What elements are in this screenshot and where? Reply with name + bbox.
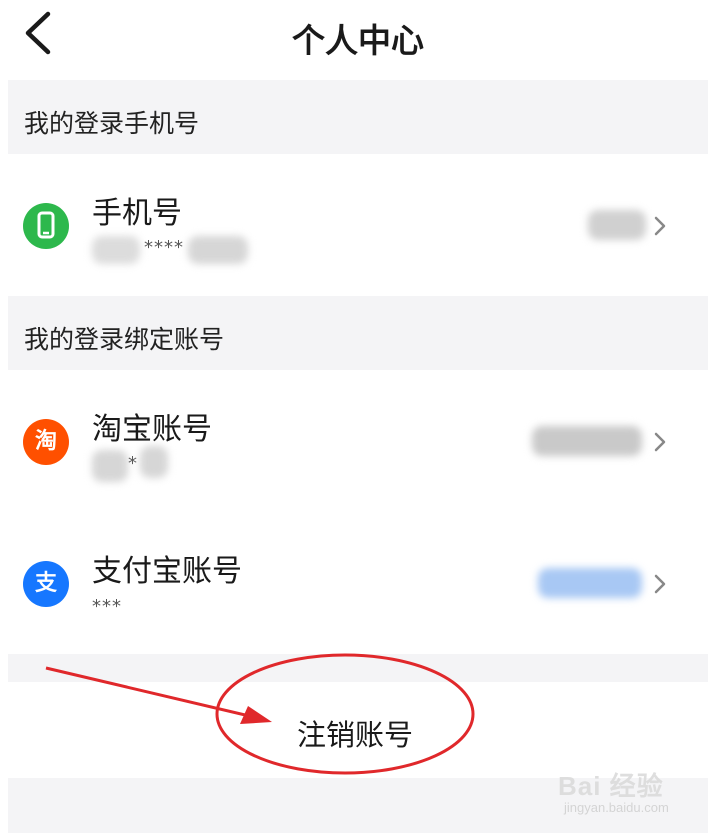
masked-redaction: [140, 446, 168, 478]
section-header-bound: 我的登录绑定账号: [8, 296, 708, 370]
chevron-right-icon: [654, 432, 666, 452]
page: 个人中心 我的登录手机号 手机号 **** 我的登录绑定账号 淘 淘宝账号 * …: [0, 0, 728, 833]
list-item-phone[interactable]: 手机号 ****: [8, 154, 708, 296]
watermark-main-text: Bai 经验: [558, 771, 664, 801]
masked-redaction: [92, 236, 140, 264]
app-screen: 个人中心 我的登录手机号 手机号 **** 我的登录绑定账号 淘 淘宝账号 * …: [8, 0, 708, 833]
phone-icon: [23, 203, 69, 249]
phone-value-redaction: [588, 210, 646, 240]
page-title: 个人中心: [292, 21, 424, 60]
chevron-right-icon: [654, 216, 666, 236]
alipay-masked: ***: [92, 596, 122, 617]
phone-masked: ****: [144, 237, 184, 258]
watermark-sub: jingyan.baidu.com: [564, 800, 669, 815]
right-gutter: [708, 0, 728, 833]
masked-redaction: [188, 236, 248, 264]
logout-label: 注销账号: [296, 718, 413, 752]
phone-title: 手机号: [92, 196, 182, 231]
alipay-icon: 支: [23, 561, 69, 607]
chevron-right-icon: [654, 574, 666, 594]
taobao-icon: 淘: [23, 419, 69, 465]
watermark-logo: Bai 经验 jingyan.baidu.com: [558, 760, 698, 820]
masked-redaction: [92, 450, 128, 482]
top-bar: 个人中心: [8, 0, 708, 80]
phone-glyph-icon: [37, 211, 55, 239]
taobao-title: 淘宝账号: [92, 412, 212, 447]
section-gap: [8, 654, 708, 682]
taobao-masked: *: [128, 453, 138, 474]
list-item-taobao[interactable]: 淘 淘宝账号 *: [8, 370, 708, 512]
list-item-alipay[interactable]: 支 支付宝账号 ***: [8, 512, 708, 654]
logout-label-wrap: 注销账号: [8, 712, 708, 754]
taobao-value-redaction: [532, 426, 642, 456]
section-header-phone: 我的登录手机号: [8, 80, 708, 154]
alipay-title: 支付宝账号: [92, 554, 242, 589]
section-label-phone: 我的登录手机号: [24, 109, 200, 138]
alipay-value-redaction: [538, 568, 642, 598]
watermark-main: Bai 经验: [558, 766, 664, 803]
section-label-bound: 我的登录绑定账号: [24, 325, 225, 354]
